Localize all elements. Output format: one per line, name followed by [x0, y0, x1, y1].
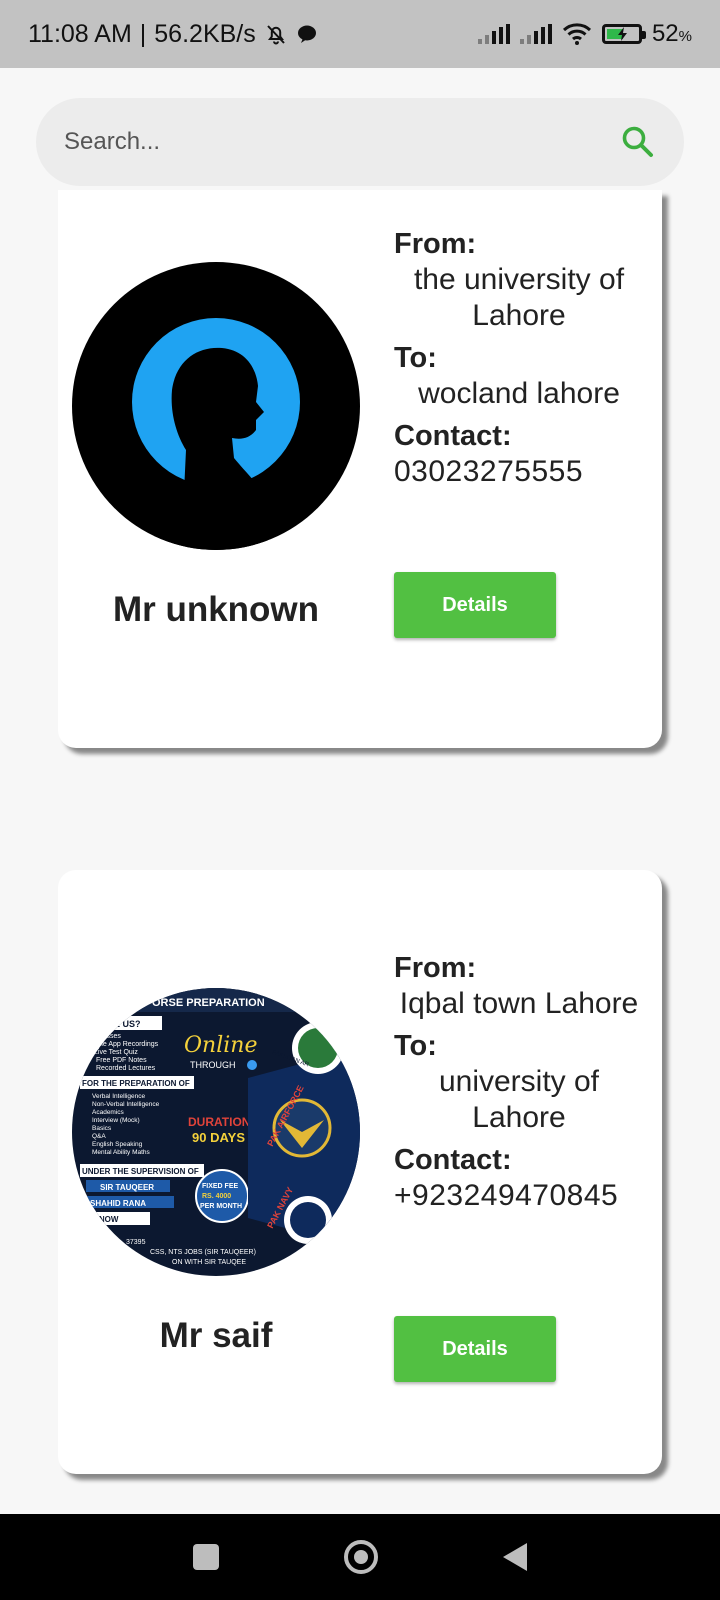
poster-feature: obile App Recordings — [92, 1041, 159, 1048]
contact-label: Contact: — [394, 1144, 512, 1176]
battery-percent: 52% — [651, 20, 692, 47]
poster-days: 90 DAYS — [192, 1130, 245, 1145]
silhouette-avatar — [72, 262, 360, 550]
poster-online: Online — [184, 1033, 257, 1058]
poster-feature: Recorded Lectures — [96, 1065, 156, 1072]
contact-value: 03023275555 — [394, 455, 584, 488]
search-icon[interactable] — [620, 124, 656, 160]
poster-prep-item: Q&A — [92, 1133, 106, 1140]
poster-why: OOSE US? — [94, 1019, 141, 1029]
navigation-bar — [0, 1514, 720, 1600]
from-value: the university of Lahore — [413, 263, 625, 332]
home-button[interactable] — [343, 1540, 378, 1574]
person-name: Mr saif — [159, 1316, 273, 1355]
poster-footer: 37395 — [126, 1239, 146, 1246]
poster-prep-title: FOR THE PREPARATION OF — [82, 1079, 190, 1088]
course-poster-avatar: ORSE PREPARATION OOSE US? Classes obile … — [72, 988, 360, 1276]
poster-header: ORSE PREPARATION — [152, 997, 265, 1009]
poster-prep-item: Basics — [92, 1125, 112, 1132]
to-label: To: — [394, 1030, 437, 1062]
charging-bolt-icon — [617, 27, 627, 41]
contact-card[interactable]: Mr unknown From: the university of Lahor… — [58, 190, 662, 748]
poster-prep-item: English Speaking — [92, 1141, 143, 1148]
network-speed: 56.2KB/s — [154, 19, 256, 48]
search-bar[interactable] — [36, 98, 684, 186]
separator: | — [139, 19, 147, 48]
status-right: 52% — [477, 20, 692, 48]
poster-prep-item: Academics — [92, 1109, 125, 1116]
poster-prep-item: Interview (Mock) — [92, 1117, 140, 1124]
poster-footer: CSS, NTS JOBS (SIR TAUQEER) — [150, 1249, 256, 1256]
from-value: Iqbal town Lahore — [399, 987, 639, 1020]
contact-value: +923249470845 — [394, 1179, 619, 1212]
mute-bell-icon — [267, 25, 285, 45]
to-value: university of Lahore — [438, 1065, 600, 1134]
status-bar: 11:08 AM | 56.2KB/s 52% — [0, 0, 720, 68]
search-input[interactable] — [64, 128, 620, 156]
poster-feature: Live Test Quiz — [94, 1049, 138, 1056]
poster-fee: FIXED FEE — [202, 1183, 239, 1190]
poster-teacher: SIR TAUQEER — [100, 1183, 154, 1192]
wifi-icon — [562, 23, 591, 45]
status-left: 11:08 AM | 56.2KB/s — [28, 20, 318, 49]
back-button[interactable] — [503, 1543, 528, 1571]
poster-through: THROUGH — [190, 1060, 236, 1070]
signal-icon — [477, 24, 510, 44]
from-label: From: — [394, 952, 477, 984]
contact-card[interactable]: ORSE PREPARATION OOSE US? Classes obile … — [58, 870, 662, 1474]
clock: 11:08 AM — [28, 19, 132, 48]
poster-feature: Classes — [96, 1033, 121, 1040]
to-value: wocland lahore — [418, 377, 620, 410]
poster-fee: PER MONTH — [200, 1203, 242, 1210]
signal-icon — [519, 24, 552, 44]
chat-bubble-icon — [297, 25, 316, 43]
avatar — [72, 262, 360, 550]
from-label: From: — [394, 228, 477, 260]
poster-footer: ON WITH SIR TAUQEE — [172, 1259, 246, 1266]
trip-info: From: the university of Lahore To: wocla… — [394, 226, 644, 496]
poster-teacher: R SHAHID RANA — [82, 1199, 146, 1208]
poster-supervision: UNDER THE SUPERVISION OF — [82, 1167, 199, 1176]
contact-label: Contact: — [394, 420, 512, 452]
poster-act: CT NOW — [86, 1215, 119, 1224]
details-button[interactable]: Details — [394, 1316, 556, 1382]
to-label: To: — [394, 342, 437, 374]
poster-prep-item: Verbal Intelligence — [92, 1093, 146, 1100]
poster-feature: Free PDF Notes — [96, 1057, 147, 1064]
recents-button[interactable] — [192, 1544, 219, 1570]
poster-duration: DURATION — [188, 1115, 250, 1129]
trip-info: From: Iqbal town Lahore To: university o… — [394, 950, 644, 1220]
poster-prep-item: Non-Verbal Intelligence — [92, 1101, 160, 1108]
poster-fee: RS. 4000 — [202, 1193, 231, 1200]
battery-charging-icon — [601, 24, 646, 44]
person-name: Mr unknown — [112, 590, 320, 629]
avatar: ORSE PREPARATION OOSE US? Classes obile … — [72, 988, 360, 1276]
details-button[interactable]: Details — [394, 572, 556, 638]
poster-prep-item: Mental Ability Maths — [92, 1149, 151, 1156]
